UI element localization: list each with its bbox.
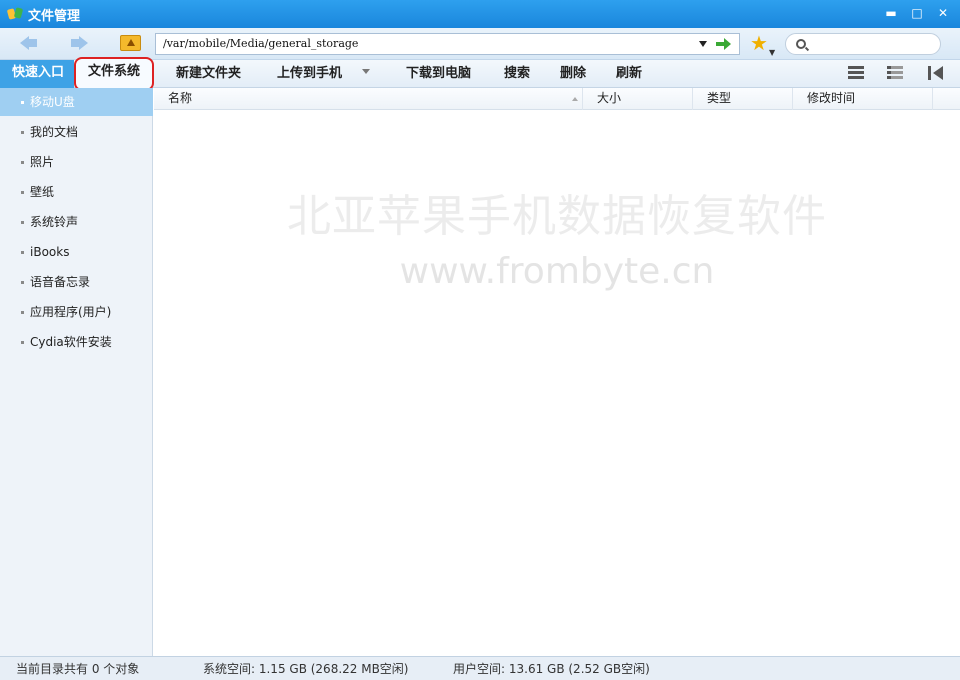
system-space: 系统空间: 1.15 GB (268.22 MB空闲)	[203, 662, 409, 676]
watermark-title: 北亚苹果手机数据恢复软件	[287, 191, 827, 242]
search-icon	[796, 39, 806, 49]
toolbar: 快速入口 文件系统 新建文件夹 上传到手机 下载到电脑 搜索 删除 刷新	[0, 57, 960, 91]
upload-to-phone-button[interactable]: 上传到手机	[277, 60, 342, 88]
status-bar: 当前目录共有 0 个对象 系统空间: 1.15 GB (268.22 MB空闲)…	[0, 656, 960, 680]
parent-folder-icon[interactable]	[120, 35, 141, 51]
sidebar-item-usb-drive[interactable]: 移动U盘	[0, 88, 153, 116]
tab-file-system[interactable]: 文件系统	[74, 57, 154, 91]
detail-view-icon[interactable]	[887, 66, 903, 80]
file-list-area[interactable]: 名称 大小 类型 修改时间 北亚苹果手机数据恢复软件 www.frombyte.…	[154, 88, 960, 656]
collapse-panel-icon[interactable]	[928, 66, 944, 80]
go-arrow-icon[interactable]	[713, 34, 735, 54]
forward-arrow-icon[interactable]	[70, 35, 88, 51]
path-input[interactable]: /var/mobile/Media/general_storage	[155, 33, 740, 55]
close-icon[interactable]: ✕	[932, 4, 954, 22]
maximize-icon[interactable]: □	[906, 4, 928, 22]
list-view-icon[interactable]	[848, 66, 864, 80]
address-bar: /var/mobile/Media/general_storage ★ ▼	[0, 28, 960, 60]
sort-asc-icon	[572, 97, 578, 101]
favorites-star-icon[interactable]: ★ ▼	[750, 32, 776, 57]
new-folder-button[interactable]: 新建文件夹	[176, 60, 241, 88]
watermark-url: www.frombyte.cn	[399, 251, 715, 292]
column-name[interactable]: 名称	[154, 88, 583, 110]
sidebar-item-ibooks[interactable]: iBooks	[0, 238, 153, 266]
window-title: 文件管理	[28, 8, 81, 24]
sidebar-item-ringtones[interactable]: 系统铃声	[0, 208, 153, 236]
chevron-down-icon[interactable]	[697, 34, 709, 54]
sidebar-item-user-apps[interactable]: 应用程序(用户)	[0, 298, 153, 326]
download-to-pc-button[interactable]: 下载到电脑	[406, 60, 471, 88]
sidebar-item-voice-memos[interactable]: 语音备忘录	[0, 268, 153, 296]
column-type[interactable]: 类型	[693, 88, 793, 110]
sidebar-item-my-documents[interactable]: 我的文档	[0, 118, 153, 146]
title-bar: 文件管理 ▬ □ ✕	[0, 0, 960, 28]
sidebar-item-wallpaper[interactable]: 壁纸	[0, 178, 153, 206]
object-count: 当前目录共有 0 个对象	[16, 662, 140, 676]
tab-quick-entry[interactable]: 快速入口	[0, 60, 74, 88]
sidebar-item-cydia[interactable]: Cydia软件安装	[0, 328, 153, 356]
user-space: 用户空间: 13.61 GB (2.52 GB空闲)	[453, 662, 650, 676]
sidebar: 移动U盘 我的文档 照片 壁纸 系统铃声 iBooks 语音备忘录 应用程序(用…	[0, 88, 153, 656]
minimize-icon[interactable]: ▬	[880, 4, 902, 22]
refresh-button[interactable]: 刷新	[616, 60, 642, 88]
column-header: 名称 大小 类型 修改时间	[154, 88, 960, 110]
search-input[interactable]	[785, 33, 941, 55]
sidebar-item-photos[interactable]: 照片	[0, 148, 153, 176]
window-controls: ▬ □ ✕	[880, 4, 954, 22]
app-logo-icon	[8, 7, 24, 21]
delete-button[interactable]: 删除	[560, 60, 586, 88]
upload-dropdown-icon[interactable]	[362, 69, 370, 74]
column-size[interactable]: 大小	[583, 88, 693, 110]
column-modified[interactable]: 修改时间	[793, 88, 933, 110]
back-arrow-icon[interactable]	[20, 35, 38, 51]
search-button[interactable]: 搜索	[504, 60, 530, 88]
